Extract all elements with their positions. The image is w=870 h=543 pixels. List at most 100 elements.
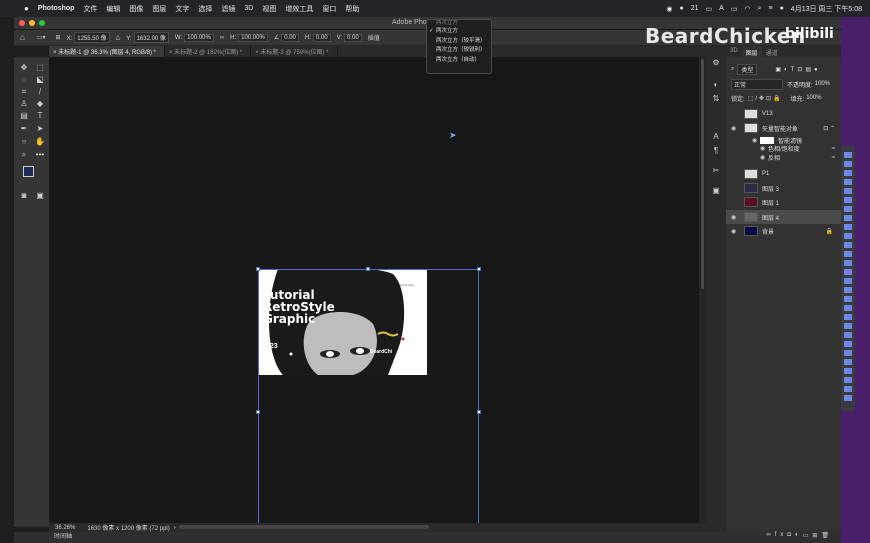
- layer-row[interactable]: ◉ 反相 ≈: [726, 153, 841, 163]
- transform-handle[interactable]: [477, 410, 481, 414]
- adjustments-icon[interactable]: ⇅: [710, 94, 722, 104]
- menu-app-name[interactable]: Photoshop: [38, 5, 75, 12]
- visibility-eye-icon[interactable]: ◉: [760, 154, 765, 161]
- more-tools-icon[interactable]: •••: [34, 150, 46, 160]
- menu-layer[interactable]: 图层: [152, 4, 166, 14]
- control-center-icon[interactable]: ≡: [768, 5, 772, 12]
- hskew-input[interactable]: 0.00: [312, 33, 331, 42]
- menu-select[interactable]: 选择: [198, 4, 212, 14]
- dropdown-item[interactable]: 两次立方（较锐利）: [427, 46, 491, 56]
- visibility-eye-icon[interactable]: ◉: [731, 228, 736, 235]
- menu-window[interactable]: 窗口: [322, 4, 336, 14]
- smart-object-icon[interactable]: ⊡ ⌃: [823, 125, 835, 132]
- menu-help[interactable]: 帮助: [345, 4, 359, 14]
- layer-name[interactable]: 图层 4: [762, 213, 779, 222]
- y-input[interactable]: 1632.00 像: [133, 32, 169, 43]
- delete-layer-icon[interactable]: 🗑: [821, 532, 833, 539]
- display-icon[interactable]: ▭: [731, 5, 738, 13]
- layer-name[interactable]: P1: [762, 171, 769, 177]
- layer-row[interactable]: ◉ 矢量智能对象 ⊡ ⌃: [726, 121, 841, 135]
- transform-handle[interactable]: [256, 267, 260, 271]
- new-layer-icon[interactable]: ⊞: [812, 532, 821, 539]
- x-input[interactable]: 1255.50 像: [74, 32, 110, 43]
- type-tool-icon[interactable]: T: [34, 111, 46, 121]
- layer-row[interactable]: P1: [726, 167, 841, 181]
- lasso-tool-icon[interactable]: ◌: [18, 75, 30, 85]
- layer-name[interactable]: 图层 1: [762, 198, 779, 207]
- vertical-scrollbar[interactable]: [699, 57, 706, 523]
- stamp-tool-icon[interactable]: ♙: [18, 99, 30, 109]
- lock-icons[interactable]: ⬚/✥⊡🔒: [748, 95, 783, 102]
- menu-3d[interactable]: 3D: [244, 5, 253, 12]
- layer-name[interactable]: 矢量智能对象: [762, 124, 798, 133]
- blend-mode-select[interactable]: 正常: [731, 78, 783, 90]
- brush-tool-icon[interactable]: /: [34, 87, 46, 97]
- scroll-thumb[interactable]: [701, 59, 704, 289]
- menu-image[interactable]: 图像: [129, 4, 143, 14]
- dropdown-item-selected[interactable]: ✓ 两次立方: [427, 27, 491, 37]
- width-input[interactable]: 100.00%: [184, 33, 214, 42]
- close-window-button[interactable]: [19, 20, 25, 26]
- interpolation-label[interactable]: 插值: [368, 33, 380, 42]
- interpolation-dropdown[interactable]: 两次立方 ✓ 两次立方 两次立方（较平滑） 两次立方（较锐利） 两次立方（自动）: [426, 19, 492, 74]
- visibility-eye-icon[interactable]: ◉: [731, 125, 736, 132]
- horizontal-scrollbar[interactable]: [179, 525, 429, 529]
- link-icon[interactable]: ∞: [220, 35, 224, 41]
- layer-name[interactable]: 背景: [762, 227, 774, 236]
- tab-document-2[interactable]: × 未标题-2 @ 182%(位图) *: [165, 46, 252, 57]
- foreground-color-swatch[interactable]: [23, 166, 34, 177]
- layer-row[interactable]: V13: [726, 107, 841, 121]
- gradient-tool-icon[interactable]: ▤: [18, 111, 30, 121]
- menu-view[interactable]: 视图: [262, 4, 276, 14]
- visibility-eye-icon[interactable]: ◉: [752, 137, 757, 144]
- layer-row[interactable]: ◉ 背景 🔒: [726, 224, 841, 238]
- pen-tool-icon[interactable]: ✒: [18, 124, 30, 134]
- group-icon[interactable]: ▭: [803, 532, 813, 539]
- filter-options-icon[interactable]: ≈: [832, 146, 835, 152]
- dock-app-icons[interactable]: [844, 152, 852, 402]
- transform-handle[interactable]: [366, 267, 370, 271]
- clock[interactable]: 4月13日 周三 下午5:08: [791, 4, 862, 14]
- record-icon[interactable]: ◉: [666, 5, 672, 13]
- document-info[interactable]: 1630 像素 x 1200 像素 (72 ppi): [87, 523, 169, 532]
- adjustment-layer-icon[interactable]: ◐: [795, 532, 803, 538]
- quick-select-tool-icon[interactable]: ⬕: [34, 75, 46, 85]
- home-icon[interactable]: ⌂: [20, 33, 25, 42]
- layer-row[interactable]: ◉ 色相/饱和度 ≈: [726, 144, 841, 154]
- fx-icon[interactable]: fx: [775, 532, 788, 538]
- tab-document-3[interactable]: × 未标题-3 @ 759%(位图) *: [251, 46, 338, 57]
- character-icon[interactable]: A: [710, 132, 722, 142]
- add-mask-icon[interactable]: ◘: [787, 532, 795, 538]
- tab-document-1[interactable]: × 未标题-1 @ 36.3% (图层 4, RGB/8) *: [49, 46, 165, 57]
- tool-preset-icon[interactable]: ▭▾: [37, 34, 46, 41]
- path-select-tool-icon[interactable]: ➤: [34, 124, 46, 134]
- menu-edit[interactable]: 编辑: [106, 4, 120, 14]
- libraries-icon[interactable]: ▣: [710, 186, 722, 196]
- visibility-eye-icon[interactable]: ◉: [731, 214, 736, 221]
- crop-tool-icon[interactable]: ⌗: [18, 87, 30, 97]
- quick-mask-icon[interactable]: ◙: [18, 191, 30, 201]
- search-icon[interactable]: ⌕: [758, 5, 762, 13]
- opacity-input[interactable]: 100%: [815, 81, 830, 87]
- transform-handle[interactable]: [477, 267, 481, 271]
- link-layers-icon[interactable]: ∞: [766, 532, 774, 538]
- layer-name[interactable]: 图层 3: [762, 184, 779, 193]
- reference-point-icon[interactable]: ⊞: [56, 34, 61, 41]
- zoom-level[interactable]: 36.26%: [55, 525, 75, 531]
- notification-icon[interactable]: ●: [679, 5, 683, 12]
- chevron-right-icon[interactable]: ›: [174, 525, 176, 531]
- zoom-window-button[interactable]: [39, 20, 45, 26]
- eraser-tool-icon[interactable]: ◆: [34, 99, 46, 109]
- battery-icon[interactable]: ▭: [706, 5, 713, 13]
- layer-name[interactable]: V13: [762, 111, 773, 117]
- dropdown-item[interactable]: 两次立方（自动）: [427, 56, 491, 66]
- transform-bounding-box[interactable]: [258, 269, 479, 524]
- dropdown-item[interactable]: 两次立方（较平滑）: [427, 37, 491, 47]
- color-icon[interactable]: ◐: [710, 80, 722, 90]
- menu-filter[interactable]: 滤镜: [221, 4, 235, 14]
- timeline-bar[interactable]: 时间轴: [14, 532, 841, 543]
- height-input[interactable]: 100.00%: [238, 33, 268, 42]
- minimize-window-button[interactable]: [29, 20, 35, 26]
- filter-kind-select[interactable]: 类型: [737, 63, 758, 75]
- layer-name[interactable]: 反相: [768, 153, 780, 162]
